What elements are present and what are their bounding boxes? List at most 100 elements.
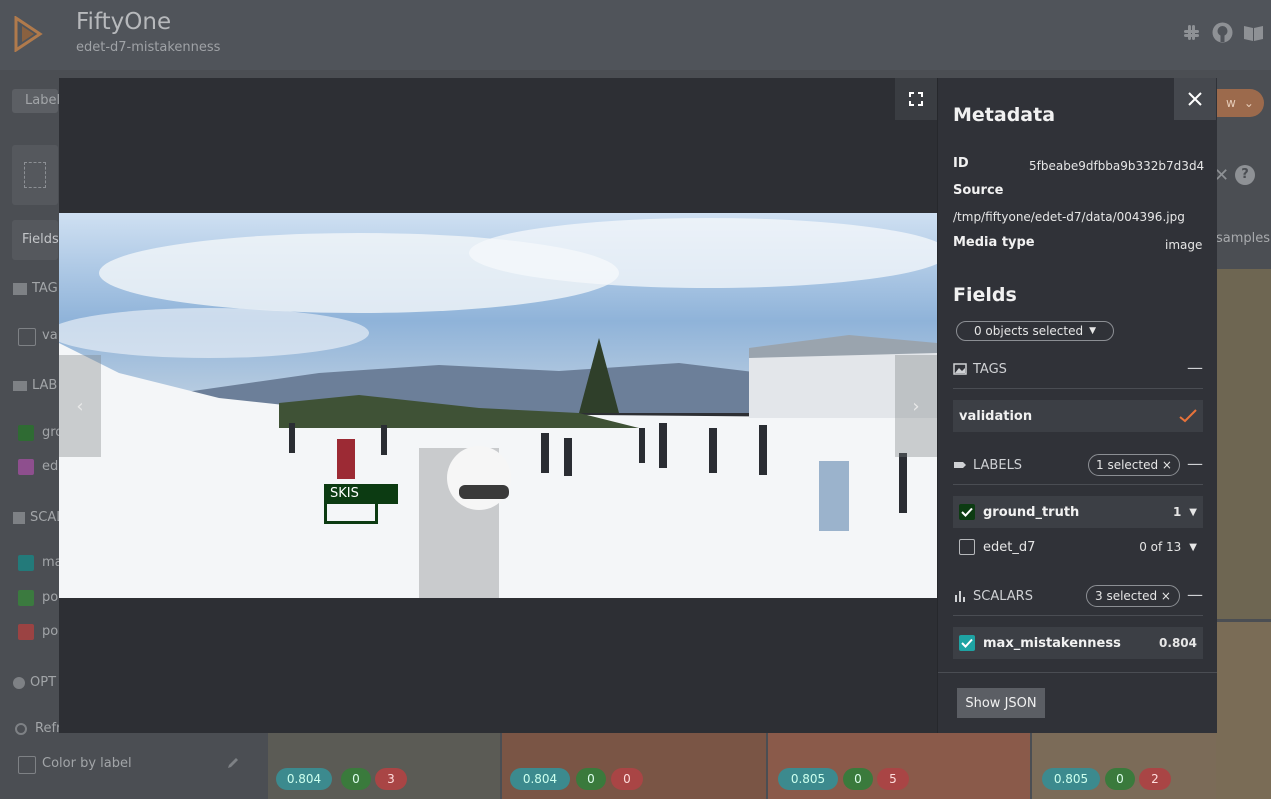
scalar-row-max-mistakenness[interactable]: max_mistakenness 0.804 — [953, 627, 1203, 659]
header-icons — [1180, 21, 1265, 44]
samples-count-bg: samples — [1216, 231, 1271, 246]
slack-icon[interactable] — [1180, 21, 1203, 44]
labels-heading-bg: LAB — [13, 378, 57, 393]
scalar-checkbox-bg-2[interactable] — [18, 590, 34, 606]
scalar-checkbox-bg-1[interactable] — [18, 555, 34, 571]
green-count-badge-3: 0 — [843, 768, 873, 790]
caret-down-icon[interactable]: ▼ — [1189, 507, 1197, 518]
max-mistakenness-checkbox[interactable] — [959, 635, 975, 651]
label-row-edet-d7[interactable]: edet_d7 0 of 13 ▼ — [953, 531, 1203, 563]
sidebar-footer: Show JSON — [938, 672, 1217, 734]
chevron-down-icon: ⌄ — [1243, 96, 1254, 110]
chevron-left-icon: ‹ — [76, 395, 84, 417]
caret-down-icon[interactable]: ▼ — [1189, 542, 1197, 553]
edet-d7-count: 0 of 13 — [1139, 540, 1182, 554]
color-by-label-checkbox[interactable] — [18, 756, 36, 774]
scalars-selected-pill[interactable]: 3 selected × — [1086, 585, 1180, 607]
green-count-badge-1: 0 — [341, 768, 371, 790]
next-sample-button[interactable]: › — [895, 355, 937, 457]
media-type-value: image — [1165, 238, 1203, 252]
red-count-badge-1: 3 — [375, 768, 407, 790]
edet-d7-checkbox[interactable] — [959, 539, 975, 555]
gear-icon — [13, 676, 25, 689]
docs-book-icon[interactable] — [1242, 21, 1265, 44]
score-badge-2: 0.804 — [510, 768, 570, 790]
red-count-badge-2: 0 — [611, 768, 643, 790]
show-json-button[interactable]: Show JSON — [957, 688, 1045, 718]
label-checkbox-bg-2[interactable] — [18, 459, 34, 475]
color-by-label-text: Color by label — [42, 756, 132, 771]
id-key: ID — [953, 156, 969, 171]
red-count-badge-3: 5 — [877, 768, 909, 790]
score-badge-1: 0.804 — [276, 768, 332, 790]
app-header: FiftyOne edet-d7-mistakenness — [0, 0, 1271, 70]
collapse-scalars-icon[interactable]: — — [1187, 585, 1203, 604]
labels-selected-pill[interactable]: 1 selected × — [1088, 454, 1180, 476]
metadata-heading: Metadata — [953, 104, 1056, 126]
close-modal-button[interactable] — [1174, 78, 1216, 120]
labels-tab[interactable]: Label — [12, 89, 60, 113]
sample-image[interactable] — [59, 213, 937, 598]
ground-truth-checkbox[interactable] — [959, 504, 975, 520]
bar-chart-icon — [953, 589, 967, 603]
view-button-bg[interactable]: w ⌄ — [1216, 89, 1264, 117]
view-stage-icon — [24, 162, 46, 188]
divider — [953, 388, 1203, 389]
fullscreen-icon — [909, 92, 923, 106]
objects-selected-dropdown[interactable]: 0 objects selected ▼ — [956, 321, 1114, 341]
tag-item-bg: va — [42, 328, 58, 343]
close-icon — [1188, 92, 1202, 106]
sample-sidebar: Metadata ID 5fbeabe9dfbba9b332b7d3d4 Sou… — [937, 78, 1217, 733]
tags-heading-bg: TAG — [13, 281, 58, 296]
label-icon — [13, 380, 27, 391]
tag-icon — [13, 282, 27, 295]
divider — [953, 615, 1203, 616]
image-viewer[interactable]: SKIS ‹ › — [59, 78, 937, 733]
caret-down-icon: ▼ — [1089, 326, 1097, 336]
check-icon — [1179, 409, 1197, 423]
help-icon[interactable]: ? — [1235, 165, 1255, 185]
label-row-ground-truth[interactable]: ground_truth 1 ▼ — [953, 496, 1203, 528]
red-count-badge-4: 2 — [1139, 768, 1171, 790]
ski-slope-illustration — [59, 213, 937, 598]
bar-chart-icon — [13, 511, 25, 524]
previous-sample-button[interactable]: ‹ — [59, 355, 101, 457]
tag-checkbox-bg[interactable] — [18, 328, 36, 346]
options-heading-bg: OPT — [13, 675, 56, 690]
media-type-key: Media type — [953, 235, 1035, 250]
id-value: 5fbeabe9dfbba9b332b7d3d4 — [1029, 159, 1205, 173]
fields-heading: Fields — [953, 284, 1017, 306]
source-key: Source — [953, 183, 1004, 198]
tags-section-header[interactable]: TAGS — — [953, 358, 1203, 380]
grid-thumbnail-right-2[interactable] — [1216, 622, 1271, 799]
collapse-tags-icon[interactable]: — — [1187, 358, 1203, 377]
label-tag-icon — [953, 458, 967, 472]
github-icon[interactable] — [1211, 21, 1234, 44]
label-checkbox-bg-1[interactable] — [18, 425, 34, 441]
image-tag-icon — [953, 362, 967, 376]
ground-truth-count: 1 — [1172, 505, 1182, 519]
score-badge-4: 0.805 — [1042, 768, 1100, 790]
view-bar[interactable] — [12, 145, 58, 205]
scalar-checkbox-bg-3[interactable] — [18, 624, 34, 640]
scalar-item-bg-2: po — [42, 590, 59, 605]
detection-label[interactable]: SKIS — [324, 484, 398, 504]
sample-modal: SKIS ‹ › Metadata ID 5fbeabe9dfbba9b332b… — [59, 78, 1217, 733]
refresh-icon — [15, 722, 27, 735]
edit-pencil-icon[interactable] — [226, 756, 240, 770]
fiftyone-logo-icon[interactable] — [12, 16, 44, 52]
app-title: FiftyOne — [76, 9, 172, 35]
green-count-badge-4: 0 — [1105, 768, 1135, 790]
tag-row-validation[interactable]: validation — [953, 400, 1203, 432]
dataset-name: edet-d7-mistakenness — [76, 40, 221, 55]
scalars-heading-bg: SCAL — [13, 510, 63, 525]
grid-thumbnail-right-1[interactable] — [1216, 269, 1271, 619]
divider — [953, 484, 1203, 485]
chevron-right-icon: › — [912, 395, 920, 417]
green-count-badge-2: 0 — [576, 768, 606, 790]
max-mistakenness-value: 0.804 — [1159, 636, 1197, 650]
fields-tab[interactable]: Fields — [12, 220, 59, 260]
collapse-labels-icon[interactable]: — — [1187, 454, 1203, 473]
score-badge-3: 0.805 — [778, 768, 838, 790]
fullscreen-button[interactable] — [895, 78, 937, 120]
